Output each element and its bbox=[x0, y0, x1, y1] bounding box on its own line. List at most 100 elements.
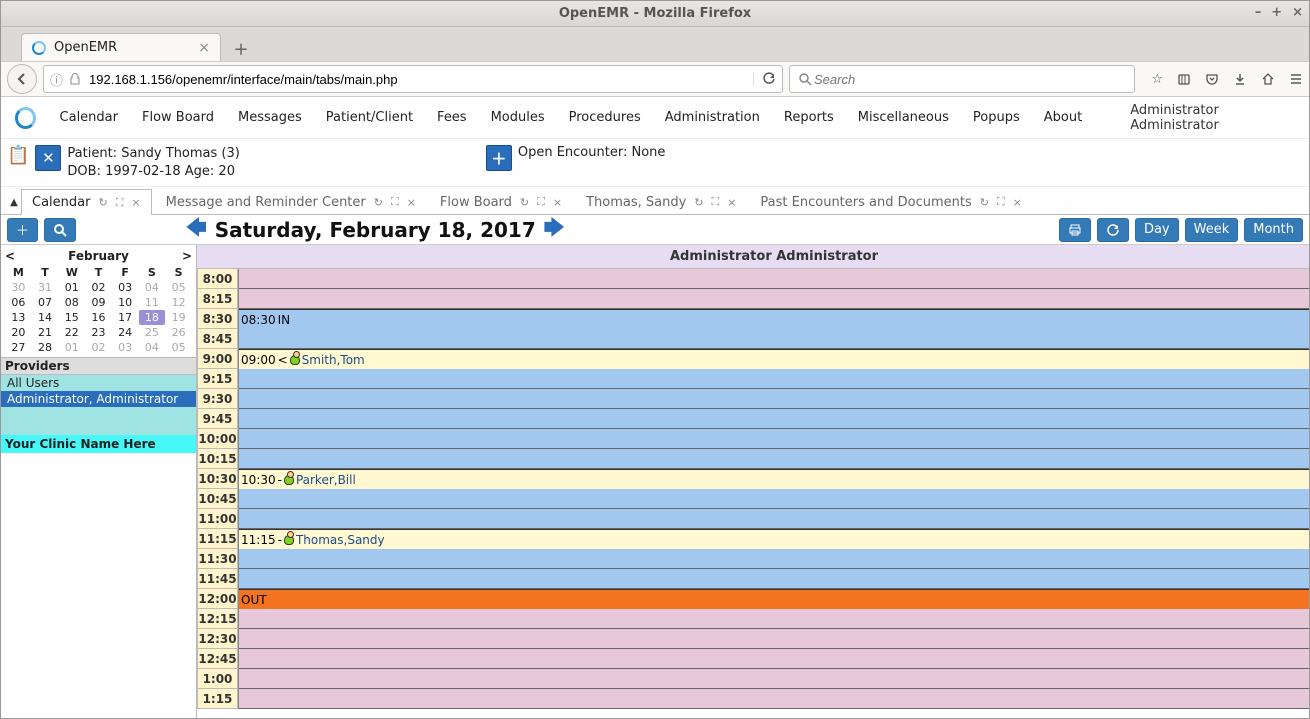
time-slot-label[interactable]: 10:00 bbox=[197, 429, 238, 449]
window-close-button[interactable]: × bbox=[1292, 5, 1303, 20]
pocket-icon[interactable] bbox=[1205, 72, 1219, 86]
library-icon[interactable] bbox=[1177, 72, 1191, 86]
search-input[interactable] bbox=[812, 71, 1126, 88]
time-slot-label[interactable]: 11:15 bbox=[197, 529, 238, 549]
prev-day-button[interactable]: 🡄 bbox=[186, 213, 207, 247]
slot-row[interactable] bbox=[239, 449, 1309, 469]
appt-patient-link[interactable]: Parker,Bill bbox=[296, 473, 356, 487]
menu-item-procedures[interactable]: Procedures bbox=[569, 110, 641, 125]
mini-day[interactable]: 19 bbox=[165, 310, 192, 325]
tab-refresh-icon[interactable]: ↻ bbox=[98, 196, 107, 209]
appointment[interactable]: 10:30 - Parker,Bill bbox=[239, 469, 1309, 489]
slot-row[interactable] bbox=[239, 389, 1309, 409]
mini-prev-month[interactable]: < bbox=[5, 249, 15, 263]
mini-day[interactable]: 07 bbox=[32, 295, 59, 310]
mini-day[interactable]: 11 bbox=[139, 295, 166, 310]
appointment[interactable]: 11:15 - Thomas,Sandy bbox=[239, 529, 1309, 549]
slot-row[interactable] bbox=[239, 669, 1309, 689]
next-day-button[interactable]: 🡆 bbox=[544, 213, 565, 247]
mini-day[interactable]: 18 bbox=[139, 310, 166, 325]
slot-row[interactable] bbox=[239, 269, 1309, 289]
appointment[interactable]: 08:30 IN bbox=[239, 309, 1309, 329]
mini-next-month[interactable]: > bbox=[182, 249, 192, 263]
providers-list[interactable]: All UsersAdministrator, Administrator bbox=[1, 375, 196, 435]
url-bar[interactable]: ⓘ bbox=[43, 65, 783, 93]
mini-day[interactable]: 20 bbox=[5, 325, 32, 340]
menu-item-about[interactable]: About bbox=[1044, 110, 1082, 125]
slot-row[interactable] bbox=[239, 329, 1309, 349]
tab-expand-icon[interactable]: ⛶ bbox=[116, 196, 124, 210]
tab-close-icon[interactable]: × bbox=[553, 196, 562, 209]
time-slot-label[interactable]: 8:45 bbox=[197, 329, 238, 349]
time-slot-label[interactable]: 9:00 bbox=[197, 349, 238, 369]
clinic-name[interactable]: Your Clinic Name Here bbox=[1, 435, 196, 453]
time-slot-label[interactable]: 12:15 bbox=[197, 609, 238, 629]
menu-item-calendar[interactable]: Calendar bbox=[60, 110, 118, 125]
menu-item-messages[interactable]: Messages bbox=[238, 110, 302, 125]
mini-day[interactable]: 02 bbox=[85, 340, 112, 355]
url-input[interactable] bbox=[87, 71, 747, 88]
view-week-button[interactable]: Week bbox=[1185, 218, 1239, 242]
mini-day[interactable]: 09 bbox=[85, 295, 112, 310]
time-slot-label[interactable]: 8:15 bbox=[197, 289, 238, 309]
time-slot-label[interactable]: 9:15 bbox=[197, 369, 238, 389]
time-slot-label[interactable]: 8:00 bbox=[197, 269, 238, 289]
appointment[interactable]: OUT bbox=[239, 589, 1309, 609]
hamburger-menu-icon[interactable] bbox=[1289, 72, 1303, 86]
app-tab[interactable]: Calendar↻⛶× bbox=[21, 189, 152, 215]
slot-row[interactable] bbox=[239, 689, 1309, 709]
tab-refresh-icon[interactable]: ↻ bbox=[694, 196, 703, 209]
slot-row[interactable] bbox=[239, 429, 1309, 449]
slot-row[interactable] bbox=[239, 289, 1309, 309]
time-slot-label[interactable]: 1:00 bbox=[197, 669, 238, 689]
slot-row[interactable] bbox=[239, 649, 1309, 669]
new-encounter-button[interactable]: ＋ bbox=[486, 145, 512, 171]
menu-item-patient-client[interactable]: Patient/Client bbox=[326, 110, 413, 125]
mini-day[interactable]: 05 bbox=[165, 340, 192, 355]
add-appointment-button[interactable]: ＋ bbox=[7, 218, 38, 242]
mini-day[interactable]: 25 bbox=[139, 325, 166, 340]
time-slot-label[interactable]: 11:00 bbox=[197, 509, 238, 529]
slot-row[interactable] bbox=[239, 569, 1309, 589]
slot-row[interactable] bbox=[239, 369, 1309, 389]
mini-day[interactable]: 31 bbox=[32, 280, 59, 295]
patient-line[interactable]: Patient: Sandy Thomas (3) bbox=[67, 145, 239, 163]
menu-item-administration[interactable]: Administration bbox=[665, 110, 760, 125]
tab-expand-icon[interactable]: ⛶ bbox=[537, 195, 545, 209]
mini-day[interactable]: 02 bbox=[85, 280, 112, 295]
provider-item[interactable]: Administrator, Administrator bbox=[1, 391, 196, 407]
time-slot-label[interactable]: 11:45 bbox=[197, 569, 238, 589]
mini-day[interactable]: 21 bbox=[32, 325, 59, 340]
mini-day[interactable]: 23 bbox=[85, 325, 112, 340]
search-button[interactable] bbox=[44, 218, 76, 242]
print-button[interactable] bbox=[1059, 218, 1091, 242]
time-slot-label[interactable]: 10:45 bbox=[197, 489, 238, 509]
provider-item[interactable]: All Users bbox=[1, 375, 196, 391]
slot-row[interactable] bbox=[239, 629, 1309, 649]
menu-item-modules[interactable]: Modules bbox=[491, 110, 545, 125]
mini-day[interactable]: 03 bbox=[112, 340, 139, 355]
time-slot-label[interactable]: 1:15 bbox=[197, 689, 238, 709]
tab-close-icon[interactable]: × bbox=[1013, 196, 1022, 209]
time-slot-label[interactable]: 12:45 bbox=[197, 649, 238, 669]
mini-day[interactable]: 05 bbox=[165, 280, 192, 295]
menu-item-popups[interactable]: Popups bbox=[973, 110, 1020, 125]
time-slot-label[interactable]: 12:30 bbox=[197, 629, 238, 649]
mini-day[interactable]: 15 bbox=[58, 310, 85, 325]
mini-day[interactable]: 27 bbox=[5, 340, 32, 355]
slot-row[interactable] bbox=[239, 609, 1309, 629]
mini-day[interactable]: 03 bbox=[112, 280, 139, 295]
tab-close-icon[interactable]: × bbox=[198, 40, 210, 56]
app-tab[interactable]: Flow Board↻⛶× bbox=[430, 190, 572, 214]
tab-close-icon[interactable]: × bbox=[727, 196, 736, 209]
mini-day[interactable]: 28 bbox=[32, 340, 59, 355]
mini-day[interactable]: 22 bbox=[58, 325, 85, 340]
mini-day[interactable]: 16 bbox=[85, 310, 112, 325]
app-tab[interactable]: Thomas, Sandy↻⛶× bbox=[576, 190, 746, 214]
mini-day[interactable]: 01 bbox=[58, 340, 85, 355]
slot-row[interactable] bbox=[239, 409, 1309, 429]
search-bar[interactable] bbox=[789, 65, 1135, 93]
mini-day[interactable]: 14 bbox=[32, 310, 59, 325]
tab-refresh-icon[interactable]: ↻ bbox=[520, 196, 529, 209]
home-icon[interactable] bbox=[1261, 72, 1275, 86]
